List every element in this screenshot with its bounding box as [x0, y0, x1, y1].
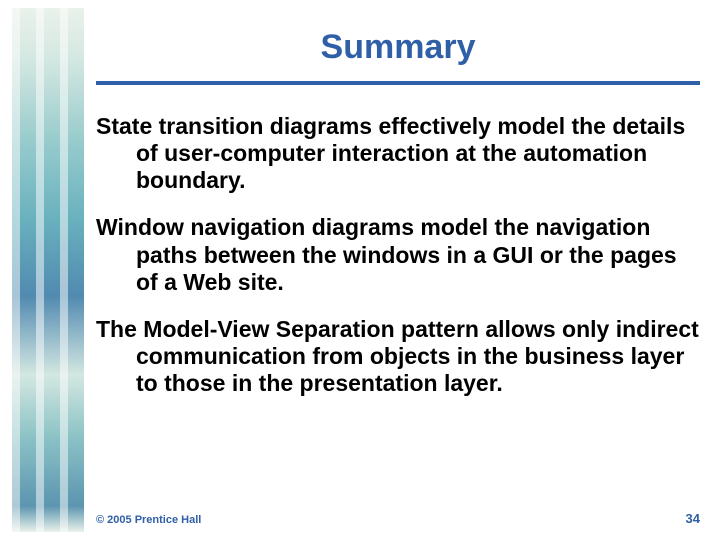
paragraph: State transition diagrams effectively mo…	[96, 113, 700, 194]
slide-footer: © 2005 Prentice Hall 34	[96, 511, 700, 526]
slide-content: Summary State transition diagrams effect…	[96, 0, 700, 540]
paragraph: The Model-View Separation pattern allows…	[96, 316, 700, 397]
slide-title: Summary	[96, 28, 700, 67]
paragraph-text: State transition diagrams effectively mo…	[96, 113, 700, 194]
slide-body: State transition diagrams effectively mo…	[96, 113, 700, 417]
paragraph-text: Window navigation diagrams model the nav…	[96, 214, 700, 295]
copyright-text: © 2005 Prentice Hall	[96, 514, 201, 526]
paragraph-text: The Model-View Separation pattern allows…	[96, 316, 700, 397]
page-number: 34	[686, 511, 700, 526]
paragraph: Window navigation diagrams model the nav…	[96, 214, 700, 295]
title-rule	[96, 81, 700, 85]
decorative-sidebar	[12, 8, 84, 532]
